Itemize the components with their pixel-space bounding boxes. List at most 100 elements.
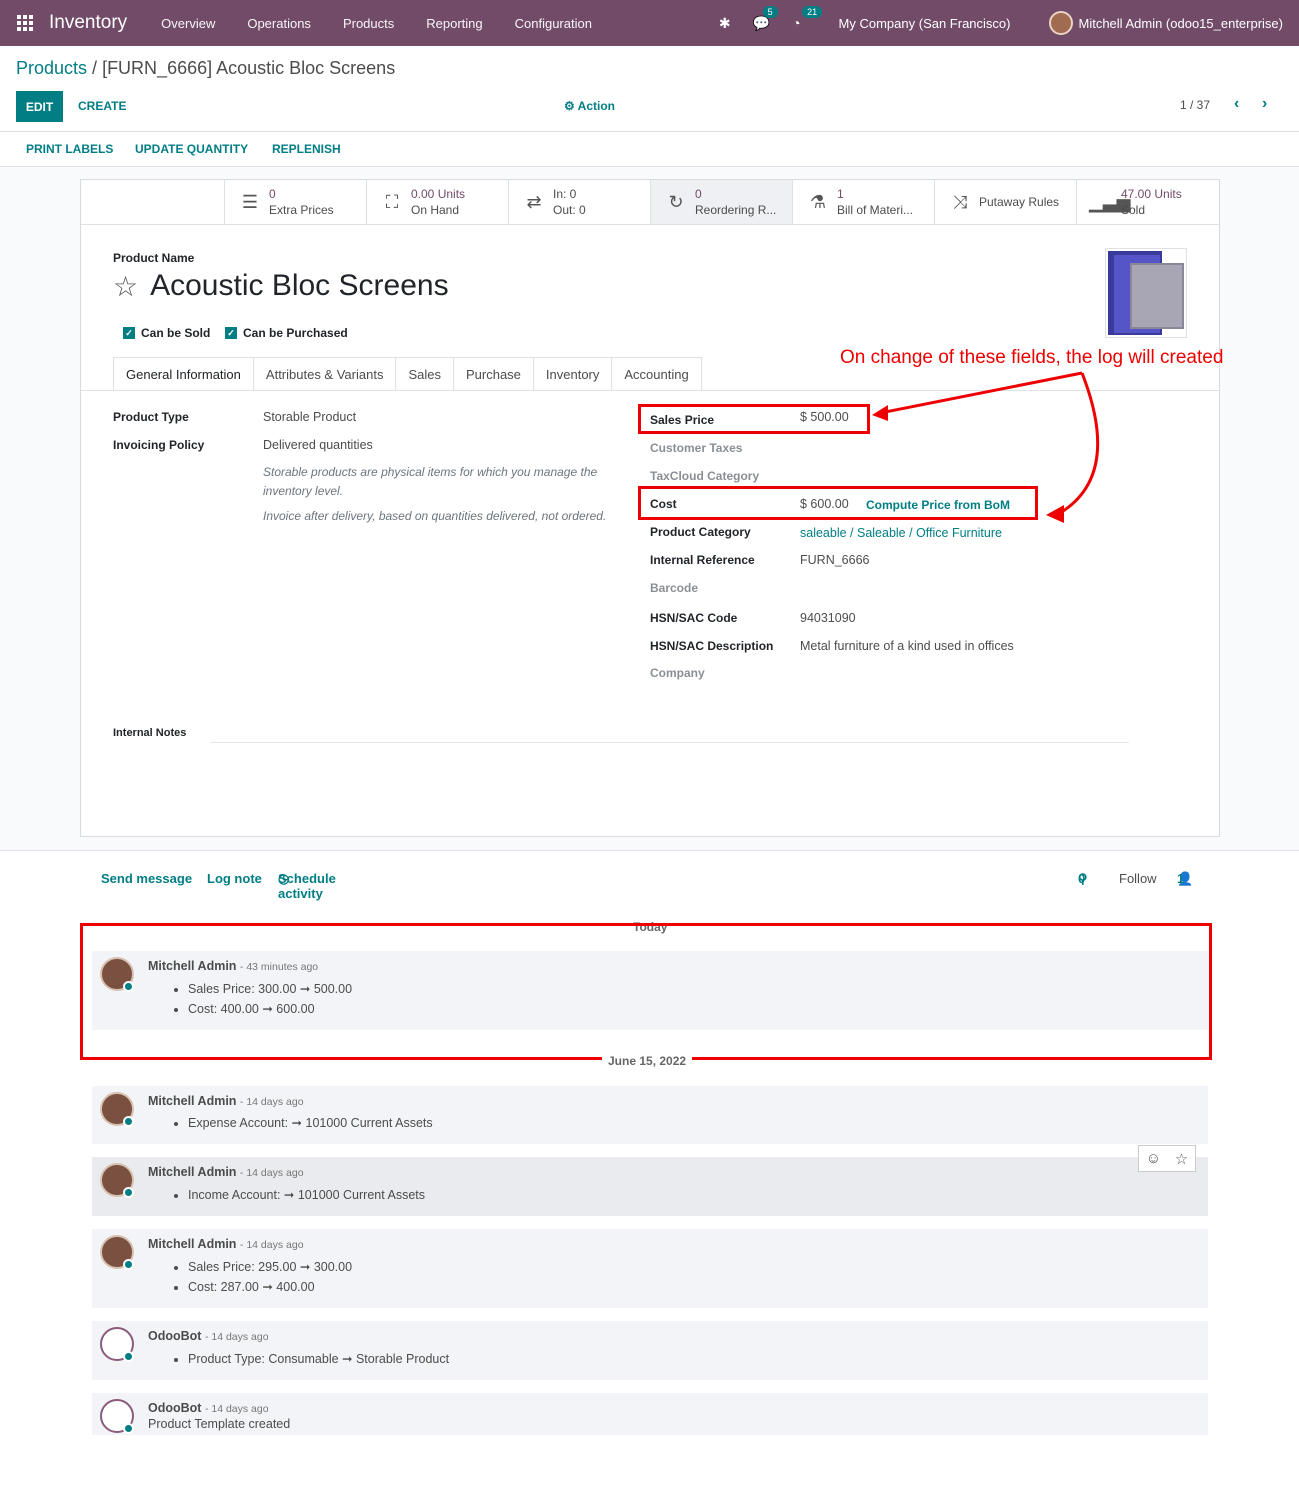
- create-button[interactable]: CREATE: [78, 99, 126, 113]
- activities-icon[interactable]: ◔ 21: [792, 6, 823, 31]
- company-label: Company: [650, 666, 705, 680]
- menu-operations[interactable]: Operations: [231, 16, 327, 31]
- tab-accounting[interactable]: Accounting: [612, 357, 702, 391]
- pager-next-icon[interactable]: ›: [1262, 95, 1267, 113]
- menu-reporting[interactable]: Reporting: [410, 16, 498, 31]
- apps-menu-icon[interactable]: [17, 15, 33, 31]
- messages-icon[interactable]: 💬 5: [753, 5, 778, 32]
- online-status-icon: [123, 1187, 134, 1198]
- internal-reference-field[interactable]: FURN_6666: [800, 553, 869, 567]
- extra-prices-button[interactable]: ☰ 0 Extra Prices: [224, 180, 366, 224]
- message-author: OdooBot - 14 days ago: [148, 1401, 269, 1415]
- checkbox-icon: ✓: [225, 327, 237, 339]
- menu-configuration[interactable]: Configuration: [499, 16, 608, 31]
- online-status-icon: [123, 1423, 134, 1434]
- reordering-rules-button[interactable]: ↻ 0 Reordering R...: [650, 180, 792, 224]
- hsn-description-field[interactable]: Metal furniture of a kind used in office…: [800, 639, 1014, 653]
- form-tabs: General Information Attributes & Variant…: [113, 357, 702, 391]
- smart-value: 0: [695, 187, 702, 201]
- tracking-value: Income Account: ➞ 101000 Current Assets: [188, 1185, 425, 1205]
- can-be-purchased-checkbox[interactable]: ✓ Can be Purchased: [225, 326, 348, 340]
- invoicing-policy-field[interactable]: Delivered quantities: [263, 438, 373, 452]
- edit-button[interactable]: EDIT: [16, 91, 63, 122]
- print-labels-button[interactable]: PRINT LABELS: [26, 142, 113, 156]
- menu-products[interactable]: Products: [327, 16, 410, 31]
- company-switcher[interactable]: My Company (San Francisco): [839, 16, 1011, 31]
- random-icon: ⤨: [952, 191, 968, 212]
- smart-label: Sold: [1121, 203, 1146, 217]
- sold-button[interactable]: ▁▃▅ 47.00 Units Sold: [1076, 180, 1218, 224]
- message-5[interactable]: OdooBot - 14 days ago Product Type: Cons…: [92, 1321, 1208, 1380]
- product-type-label: Product Type: [113, 410, 189, 424]
- log-note-button[interactable]: Log note: [207, 871, 262, 886]
- smile-icon[interactable]: ☺: [1146, 1150, 1161, 1167]
- pager-value[interactable]: 1 / 37: [1180, 98, 1210, 112]
- hsn-description-label: HSN/SAC Description: [650, 639, 774, 653]
- breadcrumb-separator: /: [87, 58, 103, 78]
- tab-attributes-variants[interactable]: Attributes & Variants: [253, 357, 397, 391]
- putaway-rules-button[interactable]: ⤨ Putaway Rules: [934, 180, 1076, 224]
- tracking-list: Product Type: Consumable ➞ Storable Prod…: [188, 1349, 449, 1369]
- invoicing-policy-label: Invoicing Policy: [113, 438, 205, 452]
- sales-price-highlight: [638, 404, 870, 434]
- message-6[interactable]: OdooBot - 14 days ago Product Template c…: [92, 1393, 1208, 1435]
- bom-button[interactable]: ⚗ 1 Bill of Materi...: [792, 180, 934, 224]
- product-category-field[interactable]: saleable / Saleable / Office Furniture: [800, 526, 1002, 540]
- refresh-icon: ↻: [668, 191, 684, 212]
- message-3[interactable]: Mitchell Admin - 14 days ago Income Acco…: [92, 1157, 1208, 1216]
- cubes-icon: ⛶: [385, 191, 399, 212]
- tracking-list: Sales Price: 295.00 ➞ 300.00 Cost: 287.0…: [188, 1257, 352, 1297]
- checkbox-label: Can be Purchased: [243, 326, 348, 340]
- tab-purchase[interactable]: Purchase: [453, 357, 534, 391]
- tab-sales[interactable]: Sales: [396, 357, 454, 391]
- attachments-count: 0: [1078, 871, 1086, 886]
- menu-overview[interactable]: Overview: [145, 16, 231, 31]
- breadcrumb-current: [FURN_6666] Acoustic Bloc Screens: [102, 58, 396, 78]
- can-be-sold-checkbox[interactable]: ✓ Can be Sold: [123, 326, 210, 340]
- schedule-activity-label: Schedule activity: [278, 871, 336, 901]
- smart-value: 0: [269, 187, 276, 201]
- action-menu[interactable]: ⚙ Action: [564, 99, 615, 113]
- tracking-value: Product Type: Consumable ➞ Storable Prod…: [188, 1349, 449, 1369]
- smart-value: 47.00 Units: [1121, 187, 1182, 201]
- action-label: Action: [577, 99, 615, 113]
- tab-general-information[interactable]: General Information: [113, 357, 254, 391]
- user-menu[interactable]: Mitchell Admin (odoo15_enterprise): [1079, 16, 1284, 31]
- checkbox-icon: ✓: [123, 327, 135, 339]
- hsn-code-field[interactable]: 94031090: [800, 611, 856, 625]
- on-hand-button[interactable]: ⛶ 0.00 Units On Hand: [366, 180, 508, 224]
- message-author: Mitchell Admin - 14 days ago: [148, 1165, 304, 1179]
- in-out-button[interactable]: ⇄ In: 0 Out: 0: [508, 180, 650, 224]
- message-author: OdooBot - 14 days ago: [148, 1329, 269, 1343]
- message-2[interactable]: Mitchell Admin - 14 days ago Expense Acc…: [92, 1086, 1208, 1144]
- online-status-icon: [123, 1259, 134, 1270]
- smart-label: Out: 0: [553, 203, 586, 217]
- product-image[interactable]: [1105, 248, 1187, 338]
- breadcrumb-products[interactable]: Products: [16, 58, 87, 78]
- user-avatar[interactable]: [1048, 11, 1073, 35]
- message-author: Mitchell Admin - 14 days ago: [148, 1237, 304, 1251]
- app-name[interactable]: Inventory: [49, 12, 127, 34]
- internal-notes-field[interactable]: [211, 742, 1129, 743]
- pager-previous-icon[interactable]: ‹: [1234, 95, 1239, 113]
- product-type-field[interactable]: Storable Product: [263, 410, 356, 424]
- favorite-star-icon[interactable]: ☆: [113, 270, 138, 303]
- star-icon[interactable]: ☆: [1175, 1150, 1188, 1168]
- messages-badge: 5: [762, 5, 778, 18]
- message-time: - 14 days ago: [204, 1403, 269, 1415]
- message-actions: ☺ ☆: [1138, 1145, 1196, 1172]
- message-time: - 14 days ago: [239, 1239, 304, 1251]
- replenish-button[interactable]: REPLENISH: [272, 142, 341, 156]
- tab-inventory[interactable]: Inventory: [533, 357, 613, 391]
- product-name: Acoustic Bloc Screens: [150, 269, 449, 302]
- message-4[interactable]: Mitchell Admin - 14 days ago Sales Price…: [92, 1229, 1208, 1308]
- smart-label: Reordering R...: [695, 203, 777, 217]
- bug-icon[interactable]: ✱: [719, 15, 731, 32]
- annotation-arrows: [872, 371, 1100, 523]
- follow-button[interactable]: Follow: [1119, 871, 1157, 886]
- divider: [0, 850, 1299, 851]
- update-quantity-button[interactable]: UPDATE QUANTITY: [135, 142, 248, 156]
- send-message-button[interactable]: Send message: [101, 871, 192, 886]
- online-status-icon: [123, 1116, 134, 1127]
- exchange-icon: ⇄: [526, 191, 542, 212]
